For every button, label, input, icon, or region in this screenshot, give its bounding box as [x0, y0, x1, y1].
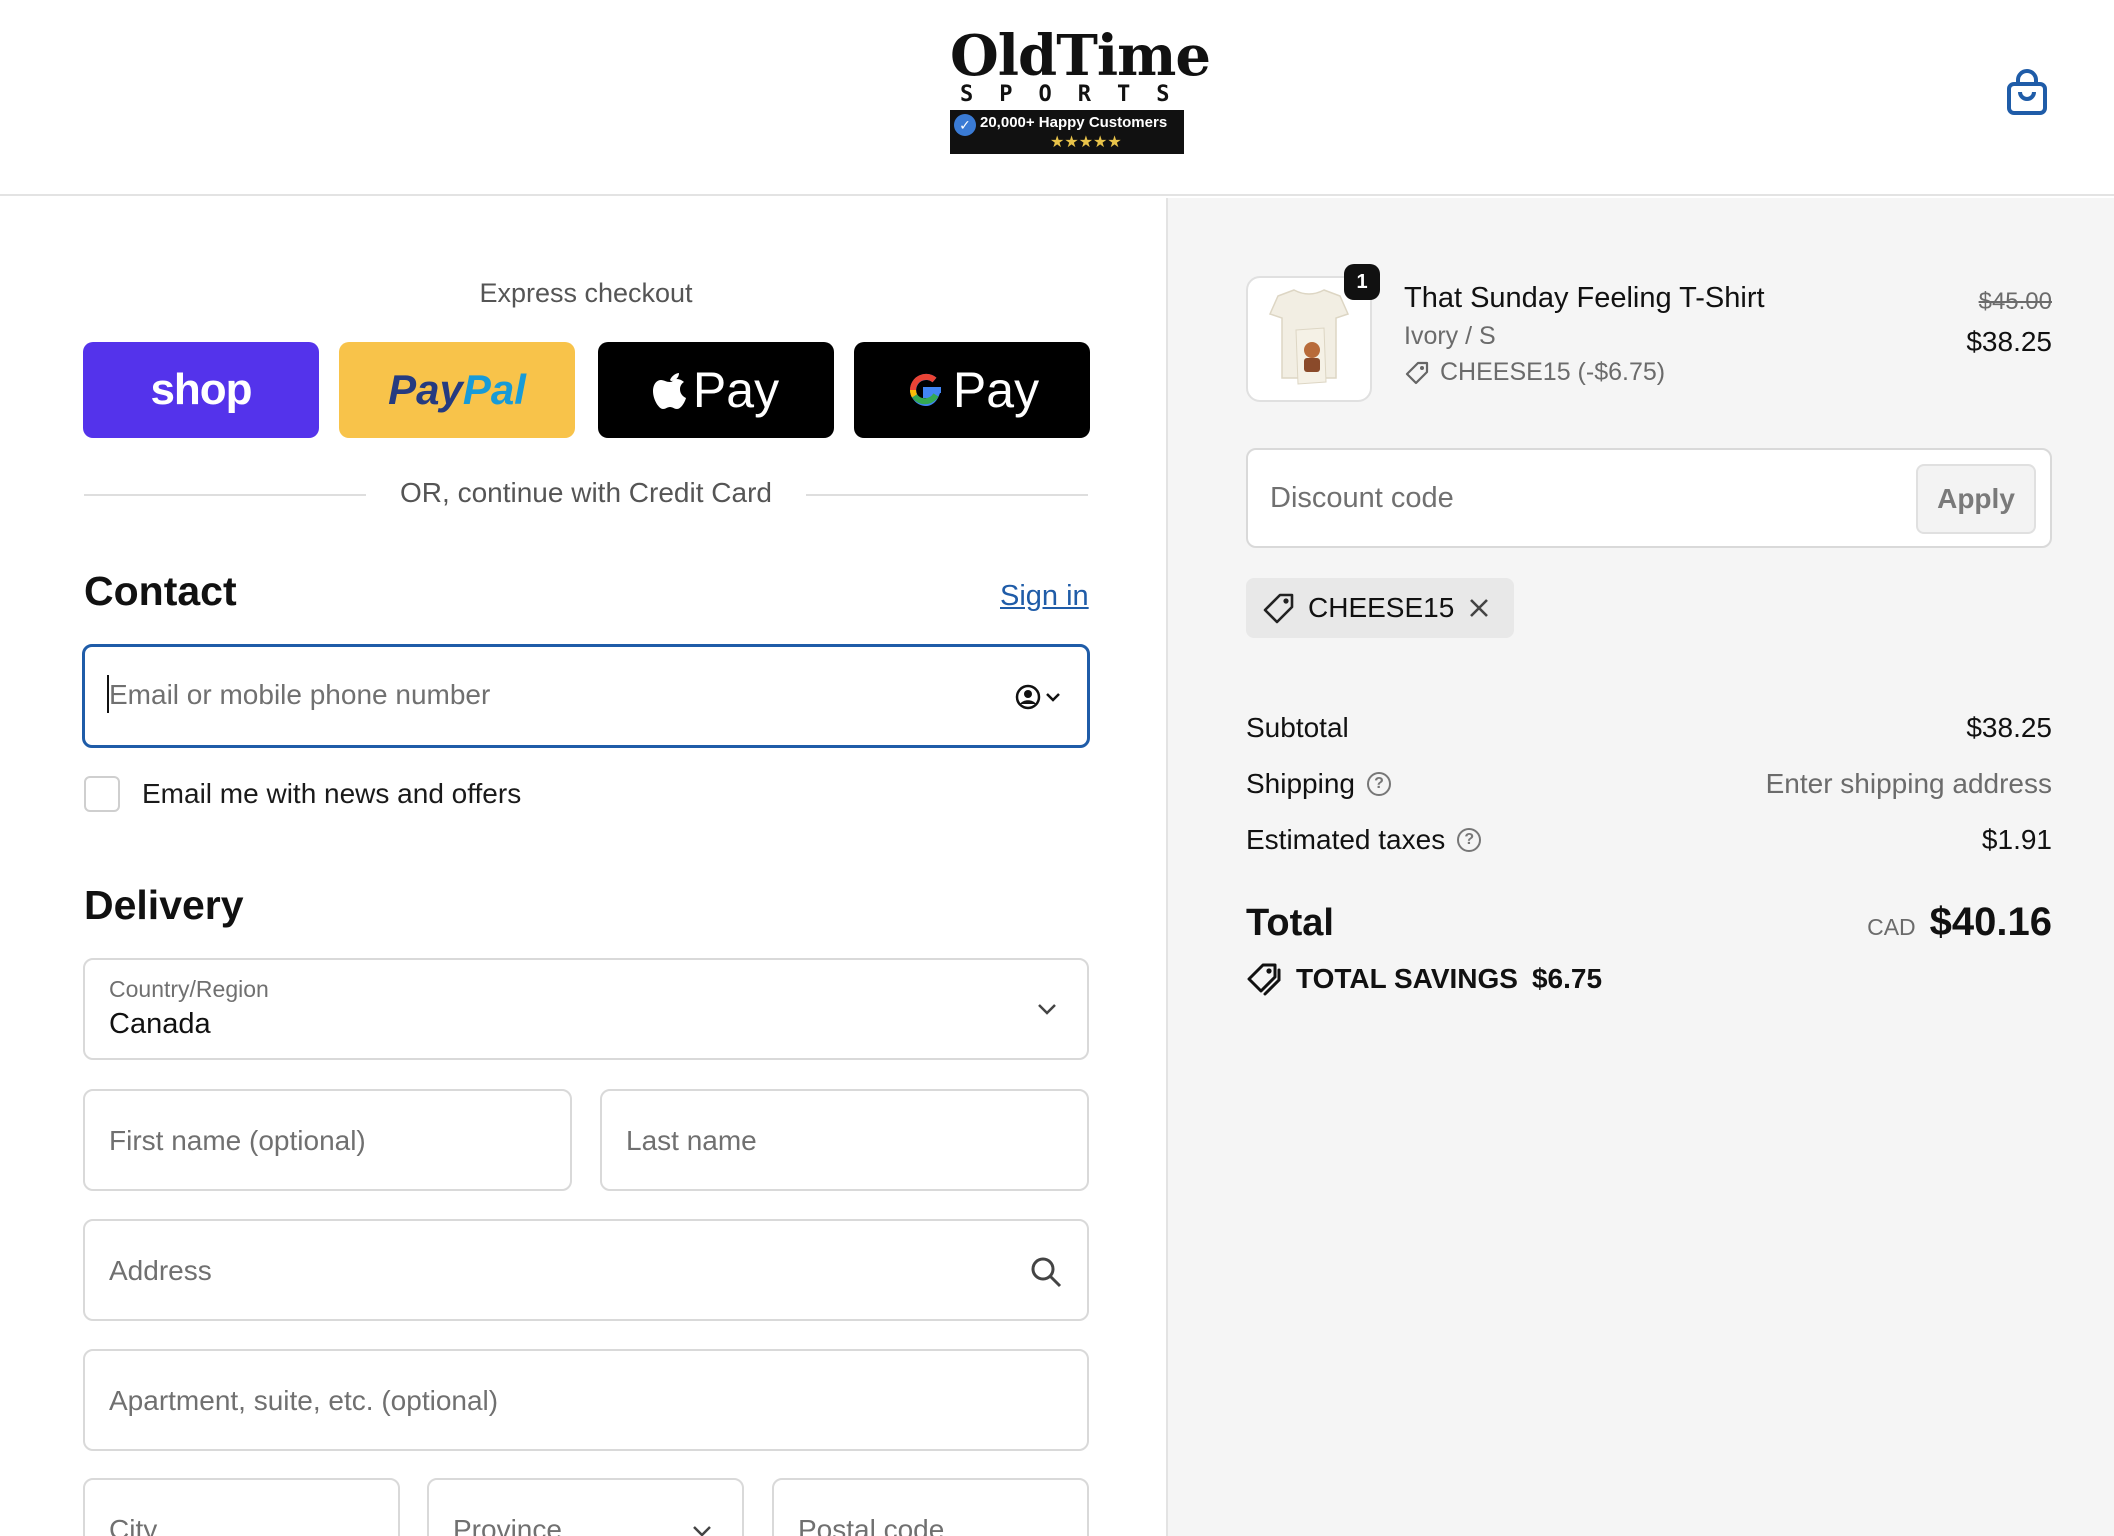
express-checkout-title: Express checkout: [479, 278, 693, 308]
news-offers-label: Email me with news and offers: [142, 778, 522, 809]
postal-code-placeholder: Postal code: [798, 1514, 945, 1536]
apply-button[interactable]: Apply: [1916, 464, 2036, 534]
account-dropdown-icon[interactable]: [1015, 683, 1063, 711]
apple-logo-icon: [652, 373, 686, 409]
checkout-form: Express checkout shop Pay Pal Pay Pay OR,…: [0, 198, 1166, 1536]
apple-pay-label: Pay: [692, 362, 780, 418]
logo-title: OldTime: [950, 23, 1211, 89]
postal-code-field[interactable]: Postal code: [772, 1478, 1089, 1536]
product-name: That Sunday Feeling T-Shirt: [1404, 282, 1765, 314]
product-discount-text: CHEESE15 (-$6.75): [1440, 358, 1666, 386]
first-name-placeholder: First name (optional): [109, 1125, 366, 1156]
chevron-down-icon: [693, 1526, 711, 1536]
product-variant: Ivory / S: [1404, 322, 1496, 350]
apartment-placeholder: Apartment, suite, etc. (optional): [109, 1385, 499, 1416]
savings-tag-icon: [1247, 963, 1281, 996]
shopping-bag-icon[interactable]: [2006, 68, 2048, 116]
total-label: Total: [1246, 902, 1334, 944]
help-icon[interactable]: ?: [1457, 828, 1482, 852]
header: OldTime SPORTS ✓ 20,000+ Happy Customers…: [0, 0, 2114, 196]
shop-pay-button[interactable]: shop: [83, 342, 319, 438]
logo-badge: ✓ 20,000+ Happy Customers ★★★★★: [950, 110, 1184, 154]
star-rating-icon: ★★★★★: [1050, 134, 1122, 151]
total-value: CAD $40.16: [1867, 900, 2052, 945]
currency-code: CAD: [1867, 914, 1916, 940]
last-name-field[interactable]: Last name: [600, 1089, 1089, 1191]
logo-badge-text: 20,000+ Happy Customers: [980, 114, 1168, 131]
address-placeholder: Address: [109, 1255, 212, 1286]
discount-code-placeholder: Discount code: [1270, 482, 1454, 514]
or-divider-text: OR, continue with Credit Card: [400, 477, 772, 508]
google-logo-icon: [909, 373, 941, 407]
province-select[interactable]: Province: [427, 1478, 744, 1536]
country-label: Country/Region: [109, 976, 269, 1002]
shop-pay-label: shop: [150, 365, 252, 414]
city-field[interactable]: City: [83, 1478, 400, 1536]
tag-icon: [1405, 361, 1429, 384]
original-price: $45.00: [1978, 288, 2052, 315]
taxes-value: $1.91: [1981, 824, 2052, 855]
subtotal-label: Subtotal: [1246, 712, 1349, 744]
chevron-down-icon: [1038, 1004, 1056, 1015]
taxes-label: Estimated taxes ?: [1246, 824, 1482, 856]
discounted-price: $38.25: [1966, 326, 2052, 357]
total-amount: $40.16: [1929, 900, 2052, 944]
total-savings-label: TOTAL SAVINGS: [1296, 963, 1518, 994]
close-icon[interactable]: [1466, 595, 1492, 621]
store-logo[interactable]: OldTime SPORTS ✓ 20,000+ Happy Customers…: [950, 23, 1211, 154]
taxes-label-text: Estimated taxes: [1246, 824, 1446, 855]
last-name-placeholder: Last name: [626, 1125, 757, 1156]
apartment-field[interactable]: Apartment, suite, etc. (optional): [83, 1349, 1089, 1451]
shipping-label-text: Shipping: [1246, 768, 1355, 799]
email-field[interactable]: Email or mobile phone number: [82, 644, 1090, 748]
total-savings: TOTAL SAVINGS $6.75: [1246, 962, 1602, 996]
applied-discount-code: CHEESE15: [1308, 592, 1455, 623]
shipping-label: Shipping ?: [1246, 768, 1391, 800]
verified-check-icon: ✓: [954, 114, 976, 136]
paypal-button[interactable]: Pay Pal: [339, 342, 575, 438]
search-icon[interactable]: [1029, 1255, 1063, 1289]
logo-subtitle: SPORTS: [960, 82, 1196, 107]
quantity-badge: 1: [1344, 264, 1380, 300]
order-summary: 1 That Sunday Feeling T-Shirt Ivory / S …: [1166, 198, 2114, 1536]
google-pay-label: Pay: [952, 362, 1040, 418]
paypal-label-pal: Pal: [462, 366, 526, 413]
subtotal-label-text: Subtotal: [1246, 712, 1349, 743]
help-icon[interactable]: ?: [1366, 772, 1391, 796]
apple-pay-button[interactable]: Pay: [598, 342, 834, 438]
country-value: Canada: [109, 1008, 211, 1040]
province-placeholder: Province: [453, 1514, 562, 1536]
news-offers-checkbox[interactable]: [84, 776, 120, 812]
applied-discount-chip: CHEESE15: [1246, 578, 1515, 638]
total-savings-value: $6.75: [1531, 963, 1603, 994]
contact-title: Contact: [84, 568, 237, 614]
city-placeholder: City: [109, 1514, 158, 1536]
subtotal-value: $38.25: [1966, 712, 2052, 743]
shipping-value: Enter shipping address: [1765, 768, 2052, 799]
first-name-field[interactable]: First name (optional): [83, 1089, 572, 1191]
sign-in-link[interactable]: Sign in: [1000, 580, 1089, 613]
discount-code-field[interactable]: Discount code Apply: [1246, 448, 2052, 548]
email-placeholder: Email or mobile phone number: [109, 679, 491, 710]
delivery-title: Delivery: [84, 882, 244, 928]
country-select[interactable]: Country/Region Canada: [83, 958, 1089, 1060]
tag-icon: [1263, 593, 1294, 624]
product-discount: CHEESE15 (-$6.75): [1404, 358, 1665, 387]
google-pay-button[interactable]: Pay: [854, 342, 1090, 438]
address-field[interactable]: Address: [83, 1219, 1089, 1321]
paypal-label-pay: Pay: [388, 366, 463, 413]
